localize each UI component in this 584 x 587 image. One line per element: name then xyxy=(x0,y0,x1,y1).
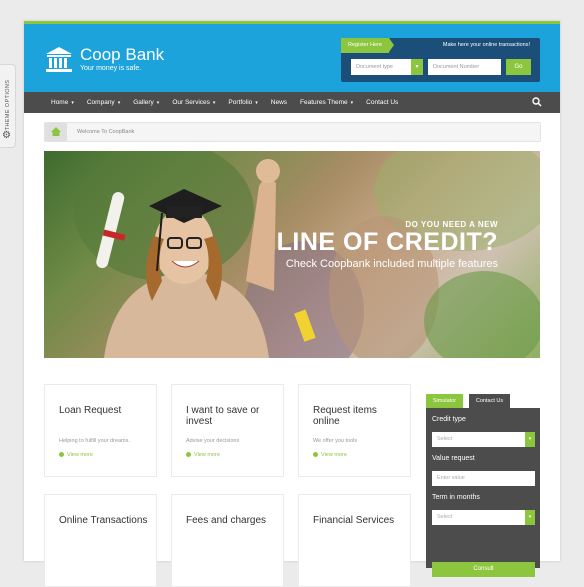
chevron-down-icon: ▾ xyxy=(71,100,74,106)
chevron-down-icon: ▾ xyxy=(525,432,535,447)
home-button[interactable] xyxy=(45,123,67,141)
card-subtitle: Helping to fulfill your dreams. xyxy=(59,438,130,444)
service-card-save-invest[interactable]: I want to save or invest Advise your dec… xyxy=(171,384,284,477)
bullet-icon xyxy=(186,452,191,457)
view-more-label: View more xyxy=(321,452,347,458)
hero-headline: LINE OF CREDIT? xyxy=(276,228,498,256)
card-title: Loan Request xyxy=(59,405,122,416)
chevron-down-icon: ▾ xyxy=(212,100,216,106)
nav-item-label: Features Theme xyxy=(300,99,348,106)
value-request-label: Value request xyxy=(432,455,475,462)
card-title: Fees and charges xyxy=(186,515,267,526)
view-more-link[interactable]: View more xyxy=(59,452,93,458)
view-more-label: View more xyxy=(194,452,220,458)
bullet-icon xyxy=(313,452,318,457)
credit-type-value: Select xyxy=(437,436,453,442)
nav-item-features-theme[interactable]: Features Theme ▾ xyxy=(300,92,353,113)
credit-type-label: Credit type xyxy=(432,416,466,423)
tab-contact-us[interactable]: Contact Us xyxy=(469,394,510,408)
search-icon[interactable] xyxy=(532,97,542,107)
document-type-placeholder: Document type xyxy=(356,64,393,70)
register-button[interactable]: Register Here xyxy=(341,38,394,53)
chevron-down-icon: ▾ xyxy=(525,510,535,525)
credit-type-select[interactable]: Select ▾ xyxy=(432,432,535,447)
card-subtitle: We offer you tools xyxy=(313,438,358,444)
service-card-loan-request[interactable]: Loan Request Helping to fulfill your dre… xyxy=(44,384,157,477)
consult-button[interactable]: Consult xyxy=(432,562,535,577)
term-months-value: Select xyxy=(437,514,453,520)
nav-item-label: Company xyxy=(86,99,115,106)
card-subtitle: Advise your decisions xyxy=(186,438,240,444)
tab-simulator[interactable]: Simulator xyxy=(426,394,463,408)
chevron-down-icon: ▾ xyxy=(156,100,160,106)
view-more-label: View more xyxy=(67,452,93,458)
hero-subline: Check Coopbank included multiple feature… xyxy=(285,258,498,270)
card-title: Online Transactions xyxy=(59,515,148,526)
service-card-fees-charges[interactable]: Fees and charges xyxy=(171,494,284,587)
bullet-icon xyxy=(59,452,64,457)
nav-item-label: Contact Us xyxy=(366,99,399,106)
service-card-request-items[interactable]: Request items online We offer you tools … xyxy=(298,384,411,477)
card-title: Financial Services xyxy=(313,515,395,526)
breadcrumb-current: Welcome To CoopBank xyxy=(77,129,135,135)
home-icon xyxy=(51,127,61,136)
nav-item-news[interactable]: News xyxy=(271,92,287,113)
gear-icon: ⚙ xyxy=(2,130,11,141)
document-number-input[interactable]: Document Number xyxy=(428,59,501,75)
breadcrumb: Welcome To CoopBank xyxy=(44,122,541,142)
nav-item-company[interactable]: Company ▾ xyxy=(87,92,120,113)
nav-item-contact-us[interactable]: Contact Us xyxy=(366,92,398,113)
brand-tagline: Your money is safe. xyxy=(80,65,142,72)
document-type-select[interactable]: Document type ▾ xyxy=(351,59,423,75)
transactions-box: Register Here Make here your online tran… xyxy=(341,38,540,82)
chevron-down-icon: ▾ xyxy=(411,59,423,75)
header: Coop Bank Your money is safe. Register H… xyxy=(24,24,560,92)
nav-item-label: Gallery xyxy=(133,99,154,106)
nav-item-label: Home xyxy=(51,99,69,106)
chevron-down-icon: ▾ xyxy=(255,100,258,106)
view-more-link[interactable]: View more xyxy=(186,452,220,458)
brand-name[interactable]: Coop Bank xyxy=(80,45,164,65)
nav-item-label: Portfolio xyxy=(228,99,253,106)
page-wrapper: Coop Bank Your money is safe. Register H… xyxy=(24,21,560,587)
theme-options-label: THEME OPTIONS xyxy=(5,79,11,131)
service-card-online-transactions[interactable]: Online Transactions xyxy=(44,494,157,587)
transactions-note: Make here your online transactions! xyxy=(442,42,530,48)
value-request-input[interactable]: Enter value xyxy=(432,471,535,486)
nav-item-portfolio[interactable]: Portfolio ▾ xyxy=(228,92,257,113)
view-more-link[interactable]: View more xyxy=(313,452,347,458)
nav-item-gallery[interactable]: Gallery ▾ xyxy=(133,92,159,113)
chevron-down-icon: ▾ xyxy=(350,100,354,106)
theme-options-tab[interactable]: THEME OPTIONS ⚙ xyxy=(0,64,16,148)
card-title: I want to save or invest xyxy=(186,405,260,427)
term-months-select[interactable]: Select ▾ xyxy=(432,510,535,525)
term-months-label: Term in months xyxy=(432,494,480,501)
bank-icon[interactable] xyxy=(44,44,74,74)
nav-item-home[interactable]: Home ▾ xyxy=(51,92,74,113)
chevron-down-icon: ▾ xyxy=(117,100,121,106)
card-title: Request items online xyxy=(313,405,377,427)
nav-item-label: Our Services xyxy=(172,99,210,106)
simulator-panel: Credit type Select ▾ Value request Enter… xyxy=(426,408,540,577)
go-button[interactable]: Go xyxy=(506,59,531,75)
nav-item-label: News xyxy=(270,99,288,106)
service-card-financial-services[interactable]: Financial Services xyxy=(298,494,411,587)
main-nav: Home ▾ Company ▾ Gallery ▾ Our Services ▾ Po… xyxy=(24,92,560,113)
nav-item-our-services[interactable]: Our Services ▾ xyxy=(172,92,215,113)
hero-banner: DO YOU NEED A NEW LINE OF CREDIT? Check … xyxy=(44,151,540,358)
